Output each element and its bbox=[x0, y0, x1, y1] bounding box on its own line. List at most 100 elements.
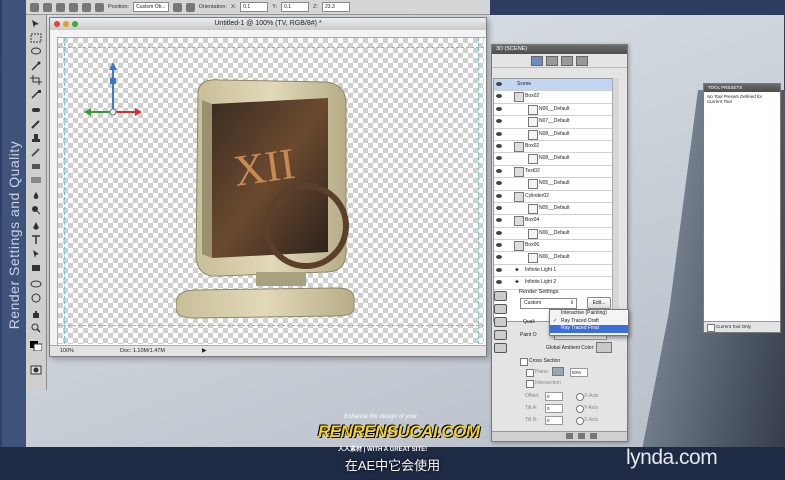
history-brush-tool-icon[interactable] bbox=[30, 147, 42, 157]
tilt-b-field[interactable]: 0 bbox=[545, 416, 563, 425]
visibility-eye-icon[interactable] bbox=[496, 181, 502, 186]
visibility-eye-icon[interactable] bbox=[496, 218, 502, 223]
visibility-eye-icon[interactable] bbox=[496, 82, 502, 86]
visibility-eye-icon[interactable] bbox=[496, 267, 502, 272]
roll-icon[interactable] bbox=[56, 2, 65, 12]
healing-brush-tool-icon[interactable] bbox=[30, 105, 42, 115]
gradient-tool-icon[interactable] bbox=[30, 175, 42, 185]
tv-3d-model[interactable]: XII bbox=[176, 76, 356, 326]
scene-item[interactable]: N06__Default bbox=[494, 252, 612, 265]
camera-orbit-icon[interactable] bbox=[494, 291, 507, 301]
position-select[interactable]: Custom Ob... bbox=[133, 2, 169, 12]
camera-zoom-icon[interactable] bbox=[494, 343, 507, 353]
scene-item[interactable]: Box04 bbox=[494, 215, 612, 228]
scene-item[interactable]: N08__Default bbox=[494, 129, 612, 141]
visibility-eye-icon[interactable] bbox=[496, 156, 502, 161]
delete-view-icon[interactable] bbox=[185, 2, 195, 12]
quality-option[interactable]: Ray Traced Final bbox=[550, 325, 628, 333]
scene-item[interactable]: N06__Default bbox=[494, 228, 612, 241]
visibility-eye-icon[interactable] bbox=[496, 131, 502, 136]
visibility-eye-icon[interactable] bbox=[496, 243, 502, 248]
plane-checkbox[interactable] bbox=[526, 369, 534, 377]
z-field[interactable]: 23.3 bbox=[322, 2, 350, 12]
blur-tool-icon[interactable] bbox=[30, 191, 42, 201]
shape-tool-icon[interactable] bbox=[30, 263, 42, 273]
crop-tool-icon[interactable] bbox=[30, 75, 42, 85]
guide-line[interactable] bbox=[64, 38, 65, 344]
lasso-tool-icon[interactable] bbox=[30, 47, 42, 57]
drag-icon[interactable] bbox=[69, 2, 78, 12]
camera-walk-icon[interactable] bbox=[494, 330, 507, 340]
color-swatches-icon[interactable] bbox=[30, 341, 43, 352]
plane-color-swatch[interactable] bbox=[552, 367, 564, 376]
camera-pan-icon[interactable] bbox=[494, 317, 507, 327]
3d-orbit-tool-icon[interactable] bbox=[30, 293, 42, 303]
x-field[interactable]: 0.1 bbox=[240, 2, 269, 12]
quality-option[interactable]: Interactive (Painting) bbox=[550, 310, 628, 318]
marquee-tool-icon[interactable] bbox=[30, 33, 42, 43]
eyedropper-tool-icon[interactable] bbox=[30, 89, 42, 99]
scene-item[interactable]: Box06 bbox=[494, 240, 612, 253]
lights-filter-icon[interactable] bbox=[576, 55, 588, 66]
materials-filter-icon[interactable] bbox=[561, 55, 573, 66]
delete-icon[interactable] bbox=[590, 433, 597, 439]
scene-scrollbar[interactable] bbox=[612, 78, 619, 320]
z-axis-radio[interactable] bbox=[576, 417, 584, 425]
canvas[interactable]: XII bbox=[58, 38, 484, 344]
toggle-icon[interactable] bbox=[566, 433, 573, 439]
current-tool-only-checkbox[interactable] bbox=[707, 324, 715, 332]
status-arrow-icon[interactable]: ▶ bbox=[202, 346, 207, 356]
visibility-eye-icon[interactable] bbox=[496, 230, 502, 235]
doc-info[interactable]: Doc: 1.10M/1.47M bbox=[120, 346, 165, 356]
scene-item[interactable]: Cylinder02 bbox=[494, 191, 612, 203]
scene-item[interactable]: ✦ Infinite Light 2 bbox=[494, 277, 612, 290]
intersection-checkbox[interactable] bbox=[526, 380, 534, 388]
pen-tool-icon[interactable] bbox=[30, 221, 42, 231]
move-tool-icon[interactable] bbox=[30, 19, 42, 29]
camera-roll-icon[interactable] bbox=[494, 304, 507, 314]
scene-item[interactable]: ✦ Infinite Light 1 bbox=[494, 265, 612, 278]
quick-mask-icon[interactable] bbox=[30, 365, 42, 375]
visibility-eye-icon[interactable] bbox=[496, 280, 502, 285]
save-view-icon[interactable] bbox=[172, 2, 182, 12]
close-button[interactable] bbox=[54, 21, 60, 27]
3d-axis-widget[interactable] bbox=[82, 60, 144, 120]
zoom-button[interactable] bbox=[72, 21, 78, 27]
clone-stamp-tool-icon[interactable] bbox=[30, 133, 42, 143]
3d-rotate-tool-icon[interactable] bbox=[30, 279, 42, 289]
scene-item[interactable]: Scene bbox=[494, 79, 612, 92]
ruler-vertical[interactable] bbox=[50, 37, 58, 345]
eraser-tool-icon[interactable] bbox=[30, 161, 42, 171]
dodge-tool-icon[interactable] bbox=[30, 205, 42, 215]
new-light-icon[interactable] bbox=[578, 433, 585, 439]
rotate-icon[interactable] bbox=[43, 2, 52, 12]
tilt-a-field[interactable]: 0 bbox=[545, 404, 563, 413]
scene-item[interactable]: N05__Default bbox=[494, 178, 612, 191]
scene-item[interactable]: N08__Default bbox=[494, 153, 612, 166]
minimize-button[interactable] bbox=[63, 21, 69, 27]
zoom-level[interactable]: 100% bbox=[60, 346, 74, 356]
brush-tool-icon[interactable] bbox=[30, 119, 42, 129]
guide-line[interactable] bbox=[58, 47, 484, 48]
path-selection-tool-icon[interactable] bbox=[30, 249, 42, 259]
visibility-eye-icon[interactable] bbox=[496, 205, 502, 210]
meshes-filter-icon[interactable] bbox=[546, 55, 558, 66]
visibility-eye-icon[interactable] bbox=[496, 94, 502, 99]
ruler-horizontal[interactable] bbox=[50, 30, 486, 38]
panel-tab-3d-scene[interactable]: 3D (SCENE) bbox=[492, 45, 627, 54]
scene-item[interactable]: N06__Default bbox=[494, 104, 612, 117]
scene-filter-icon[interactable] bbox=[531, 55, 543, 66]
y-axis-radio[interactable] bbox=[576, 405, 584, 413]
scene-item[interactable]: Box02 bbox=[494, 141, 612, 154]
tool-presets-tab[interactable]: TOOL PRESETS bbox=[704, 84, 780, 92]
3d-object-tool-icon[interactable] bbox=[30, 2, 39, 12]
zoom-tool-icon[interactable] bbox=[30, 323, 42, 333]
visibility-eye-icon[interactable] bbox=[496, 143, 502, 148]
edit-render-button[interactable]: Edit... bbox=[587, 297, 611, 309]
y-field[interactable]: 0.1 bbox=[281, 2, 310, 12]
scene-item[interactable]: Box02 bbox=[494, 91, 612, 104]
x-axis-radio[interactable] bbox=[576, 393, 584, 401]
plane-opacity-field[interactable]: 50% bbox=[570, 368, 588, 377]
hand-tool-icon[interactable] bbox=[30, 309, 42, 319]
scale-icon[interactable] bbox=[95, 2, 104, 12]
